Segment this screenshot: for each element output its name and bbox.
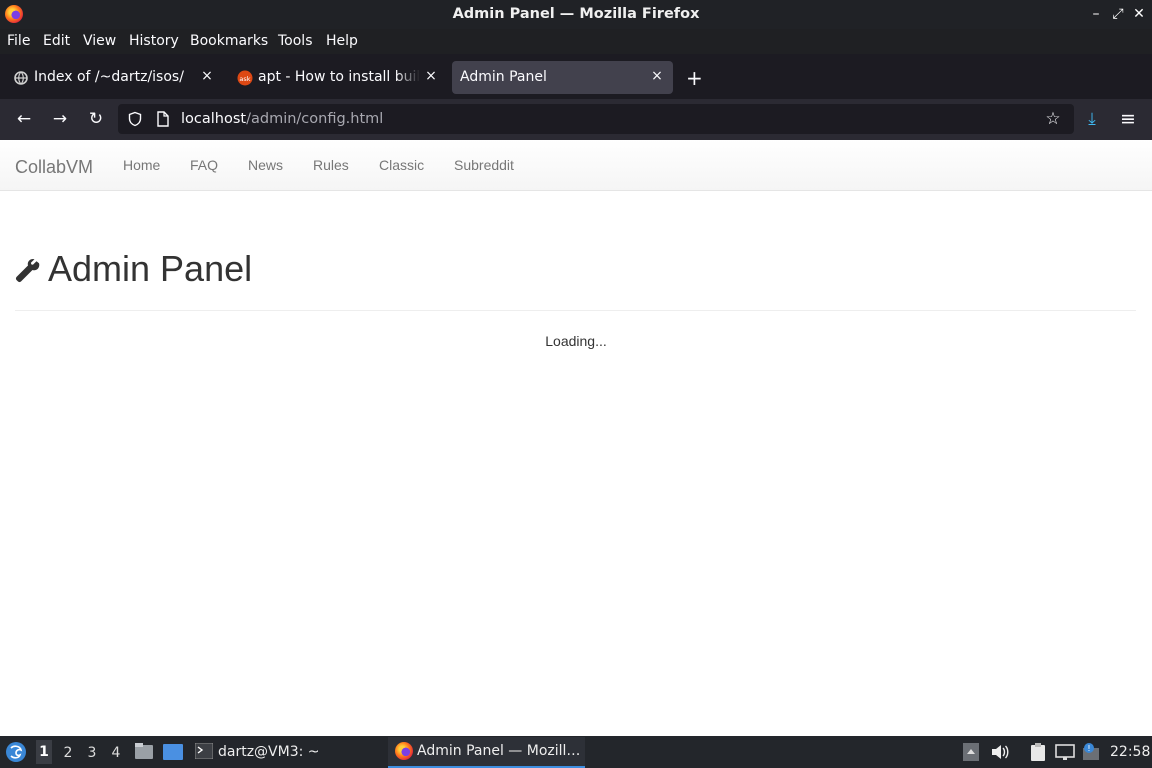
tab-index-isos[interactable]: Index of /~dartz/isos/ ×: [2, 61, 220, 94]
tab-close-button[interactable]: ×: [423, 68, 439, 84]
shield-icon[interactable]: [127, 111, 143, 127]
window-title: Admin Panel — Mozilla Firefox: [452, 6, 700, 22]
reload-button[interactable]: ↻: [85, 109, 107, 129]
menu-help[interactable]: Help: [326, 33, 358, 49]
bookmark-star-icon[interactable]: ☆: [1042, 109, 1064, 129]
firefox-task-label: Admin Panel — Mozill…: [417, 743, 581, 759]
terminal-icon: [195, 743, 213, 759]
menubar: File Edit View History Bookmarks Tools H…: [0, 29, 1152, 54]
tab-label: apt - How to install build-: [258, 69, 420, 85]
site-brand[interactable]: CollabVM: [15, 157, 93, 178]
close-window-button[interactable]: ✕: [1131, 6, 1147, 22]
tab-strip: Index of /~dartz/isos/ × ask apt - How t…: [0, 54, 1152, 99]
svg-text:ask: ask: [239, 75, 250, 83]
downloads-icon[interactable]: ⤓: [1081, 109, 1103, 129]
nav-rules[interactable]: Rules: [313, 157, 349, 173]
nav-news[interactable]: News: [248, 157, 283, 173]
start-menu-icon[interactable]: [5, 741, 27, 763]
workspace-1[interactable]: 1: [36, 740, 52, 764]
nav-faq[interactable]: FAQ: [190, 157, 218, 173]
forward-button[interactable]: →: [49, 109, 71, 129]
firefox-icon: [395, 742, 413, 760]
tab-close-button[interactable]: ×: [649, 68, 665, 84]
maximize-button[interactable]: ⤢: [1110, 6, 1126, 22]
app-menu-button[interactable]: ≡: [1117, 108, 1139, 130]
window-titlebar: Admin Panel — Mozilla Firefox – ⤢ ✕: [0, 0, 1152, 29]
menu-bookmarks[interactable]: Bookmarks: [190, 33, 268, 49]
tab-askubuntu[interactable]: ask apt - How to install build- ×: [226, 61, 446, 94]
workspace-2[interactable]: 2: [60, 745, 76, 761]
page-icon[interactable]: [156, 111, 170, 127]
site-navbar: [0, 140, 1152, 191]
wrench-icon: [15, 258, 40, 283]
svg-text:!: !: [1087, 744, 1090, 753]
url-text[interactable]: localhost/admin/config.html: [181, 111, 383, 127]
notification-icon[interactable]: !: [1081, 742, 1101, 762]
tab-close-button[interactable]: ×: [199, 68, 215, 84]
volume-icon[interactable]: [990, 743, 1010, 761]
new-tab-button[interactable]: +: [686, 66, 703, 90]
globe-icon: [14, 71, 28, 85]
menu-history[interactable]: History: [129, 33, 179, 49]
clock: 22:58: [1110, 744, 1151, 760]
workspace-4[interactable]: 4: [108, 745, 124, 761]
back-button[interactable]: ←: [13, 109, 35, 129]
tab-label: Index of /~dartz/isos/: [34, 69, 184, 85]
menu-tools[interactable]: Tools: [278, 33, 313, 49]
terminal-task[interactable]: dartz@VM3: ~: [218, 744, 320, 760]
loading-status: Loading...: [545, 333, 607, 349]
tab-admin-panel[interactable]: Admin Panel ×: [452, 61, 673, 94]
menu-file[interactable]: File: [7, 33, 30, 49]
clipboard-icon[interactable]: [1029, 742, 1047, 762]
menu-view[interactable]: View: [83, 33, 116, 49]
file-manager-icon[interactable]: [134, 742, 154, 760]
askubuntu-icon: ask: [237, 70, 253, 86]
nav-home[interactable]: Home: [123, 157, 160, 173]
workspace-3[interactable]: 3: [84, 745, 100, 761]
divider: [15, 310, 1136, 311]
nav-subreddit[interactable]: Subreddit: [454, 157, 514, 173]
network-icon[interactable]: [1055, 743, 1075, 761]
page-title: Admin Panel: [48, 248, 253, 289]
nav-classic[interactable]: Classic: [379, 157, 424, 173]
minimize-button[interactable]: –: [1088, 6, 1104, 22]
show-desktop-icon[interactable]: [163, 744, 183, 760]
url-host: localhost: [181, 111, 247, 127]
tab-label: Admin Panel: [460, 69, 547, 85]
tray-arrow-icon[interactable]: [963, 743, 979, 761]
url-path: /admin/config.html: [246, 111, 384, 127]
menu-edit[interactable]: Edit: [43, 33, 70, 49]
